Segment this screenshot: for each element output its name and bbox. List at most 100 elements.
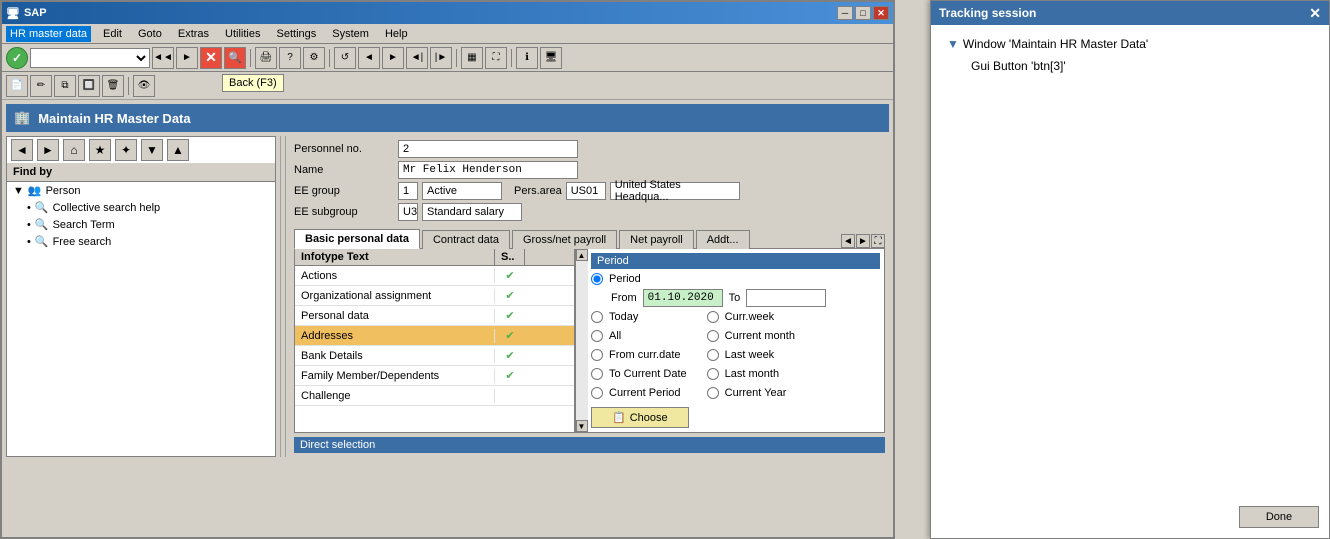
period-col-right: Curr.week Current month Last week	[707, 311, 795, 403]
today-row: Today	[591, 311, 687, 323]
find-btn[interactable]: 🔍	[224, 47, 246, 69]
info-btn[interactable]: ℹ	[516, 47, 538, 69]
tree-collective-search[interactable]: • 🔍 Collective search help	[7, 199, 275, 216]
scroll-track[interactable]	[576, 261, 588, 420]
new-doc-btn[interactable]: 📄	[6, 75, 28, 97]
period-from-input[interactable]	[643, 289, 723, 307]
tracking-tree-window-node[interactable]: ▼ Window 'Maintain HR Master Data'	[939, 33, 1321, 55]
from-curr-date-radio[interactable]	[591, 349, 603, 361]
panel-splitter[interactable]	[280, 136, 286, 457]
menu-system[interactable]: System	[328, 26, 373, 42]
pers-area-code[interactable]: US01	[566, 182, 606, 200]
help-button[interactable]: ?	[279, 47, 301, 69]
tab-gross-net-payroll[interactable]: Gross/net payroll	[512, 230, 617, 249]
period-options-area: Today All From curr.date	[591, 311, 880, 403]
period-to-input[interactable]	[746, 289, 826, 307]
delete-doc-btn[interactable]: 🗑	[102, 75, 124, 97]
tree-search-term[interactable]: • 🔍 Search Term	[7, 216, 275, 233]
nav-right-btn[interactable]: ►	[37, 139, 59, 161]
tab-scroll-right[interactable]: ►	[856, 234, 870, 248]
nav-fav-btn[interactable]: ★	[89, 139, 111, 161]
menu-extras[interactable]: Extras	[174, 26, 213, 42]
tab-scroll-left[interactable]: ◄	[841, 234, 855, 248]
last-week-radio[interactable]	[707, 349, 719, 361]
print-button[interactable]: 🖨	[255, 47, 277, 69]
close-button[interactable]: ✕	[873, 6, 889, 20]
collective-search-icon: 🔍	[35, 201, 49, 214]
tab-expand[interactable]: ⛶	[871, 234, 885, 248]
menu-help[interactable]: Help	[381, 26, 412, 42]
direct-selection-bar: Direct selection	[294, 437, 885, 453]
choose-button[interactable]: 📋 Choose	[591, 407, 689, 428]
menu-goto[interactable]: Goto	[134, 26, 166, 42]
table-row[interactable]: Bank Details ✔	[295, 346, 574, 366]
current-month-radio[interactable]	[707, 330, 719, 342]
last-month-radio[interactable]	[707, 368, 719, 380]
tree-free-search[interactable]: • 🔍 Free search	[7, 233, 275, 250]
overview-btn[interactable]: 👁	[133, 75, 155, 97]
nav-home-btn[interactable]: ⌂	[63, 139, 85, 161]
nav3-button[interactable]: ◄|	[406, 47, 428, 69]
table-row[interactable]: Actions ✔	[295, 266, 574, 286]
system-btn[interactable]: 🖥	[540, 47, 562, 69]
nav1-button[interactable]: ◄	[358, 47, 380, 69]
curr-week-radio[interactable]	[707, 311, 719, 323]
nav-add-fav-btn[interactable]: ✦	[115, 139, 137, 161]
ee-subgroup-short[interactable]: U3	[398, 203, 418, 221]
copy-doc-btn[interactable]: ⧉	[54, 75, 76, 97]
nav-up-btn[interactable]: ▲	[167, 139, 189, 161]
current-year-radio[interactable]	[707, 387, 719, 399]
nav-down-btn[interactable]: ▼	[141, 139, 163, 161]
menu-settings[interactable]: Settings	[273, 26, 321, 42]
col-header-infotype-text: Infotype Text	[295, 249, 495, 265]
done-button[interactable]: Done	[1239, 506, 1319, 528]
tab-basic-personal-data[interactable]: Basic personal data	[294, 229, 420, 249]
table-scrollbar[interactable]: ▲ ▼	[575, 249, 587, 432]
tab-net-payroll[interactable]: Net payroll	[619, 230, 694, 249]
menu-edit[interactable]: Edit	[99, 26, 126, 42]
tracking-close-button[interactable]: ✕	[1309, 5, 1321, 22]
menu-hr-master-data[interactable]: HR master data	[6, 26, 91, 42]
from-curr-date-row: From curr.date	[591, 349, 687, 361]
edit-doc-btn[interactable]: ✏	[30, 75, 52, 97]
table-row[interactable]: Challenge	[295, 386, 574, 406]
period-radio[interactable]	[591, 273, 603, 285]
minimize-button[interactable]: ─	[837, 6, 853, 20]
forward-nav-btn[interactable]: ►	[176, 47, 198, 69]
customize-button[interactable]: ⚙	[303, 47, 325, 69]
table-row[interactable]: Organizational assignment ✔	[295, 286, 574, 306]
tab-contract-data[interactable]: Contract data	[422, 230, 510, 249]
layout-btn[interactable]: ▦	[461, 47, 483, 69]
tabs-container: Basic personal data Contract data Gross/…	[290, 228, 889, 248]
current-period-radio[interactable]	[591, 387, 603, 399]
personnel-no-value[interactable]: 2	[398, 140, 578, 158]
table-row[interactable]: Personal data ✔	[295, 306, 574, 326]
cell-actions-status: ✔	[495, 269, 525, 282]
fullscreen-btn[interactable]: ⛶	[485, 47, 507, 69]
tracking-sub-item[interactable]: Gui Button 'btn[3]'	[939, 55, 1321, 77]
app-toolbar: 📄 ✏ ⧉ 🔲 🗑 👁	[2, 72, 893, 100]
nav4-button[interactable]: |►	[430, 47, 452, 69]
command-field[interactable]	[30, 48, 150, 68]
menu-utilities[interactable]: Utilities	[221, 26, 264, 42]
to-current-date-radio[interactable]	[591, 368, 603, 380]
table-row-selected[interactable]: Addresses ✔	[295, 326, 574, 346]
tab-additional[interactable]: Addt...	[696, 230, 750, 249]
refresh-button[interactable]: ↺	[334, 47, 356, 69]
today-radio[interactable]	[591, 311, 603, 323]
cancel-button[interactable]: ✕	[200, 47, 222, 69]
app-icon: 🖥	[6, 7, 20, 20]
scroll-up-btn[interactable]: ▲	[576, 249, 588, 261]
nav-left-btn[interactable]: ◄	[11, 139, 33, 161]
table-row[interactable]: Family Member/Dependents ✔	[295, 366, 574, 386]
maximize-button[interactable]: □	[855, 6, 871, 20]
display-doc-btn[interactable]: 🔲	[78, 75, 100, 97]
all-radio[interactable]	[591, 330, 603, 342]
nav2-button[interactable]: ►	[382, 47, 404, 69]
name-value[interactable]: Mr Felix Henderson	[398, 161, 578, 179]
back-nav-btn[interactable]: ◄◄	[152, 47, 174, 69]
tree-person-node[interactable]: ▼ 👥 Person	[7, 182, 275, 199]
ok-button[interactable]: ✓	[6, 47, 28, 69]
ee-group-short[interactable]: 1	[398, 182, 418, 200]
scroll-down-btn[interactable]: ▼	[576, 420, 588, 432]
